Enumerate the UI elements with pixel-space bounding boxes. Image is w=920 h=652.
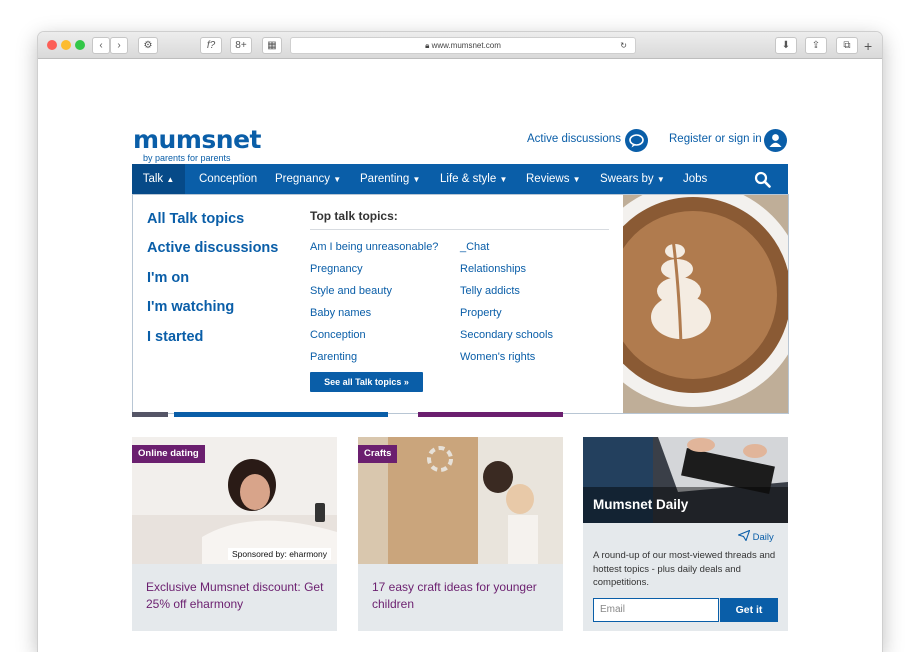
chevron-down-icon: ▼: [412, 175, 421, 184]
topic-link[interactable]: Telly addicts: [460, 285, 520, 297]
nav-reviews-label: Reviews: [526, 173, 570, 185]
page: mumsnet by parents for parents Active di…: [38, 59, 882, 652]
mumsnet-logo[interactable]: mumsnet by parents for parents: [133, 126, 261, 163]
online-dating-card[interactable]: Sponsored by: eharmony Online dating Exc…: [132, 437, 337, 631]
user-icon[interactable]: [764, 129, 787, 152]
register-link[interactable]: Register or sign in: [669, 133, 762, 145]
chevron-up-icon: ▲: [166, 175, 175, 184]
chevron-down-icon: ▼: [656, 175, 665, 184]
main-nav: Talk ▲ Conception Pregnancy ▼ Parenting …: [132, 164, 788, 194]
nav-swears-by[interactable]: Swears by ▼: [600, 164, 665, 194]
browser-window: ‹ › ⚙ f? 8+ ▦ 🔒︎ www.mumsnet.com ↻ ⬇ ⇪ ⧉…: [38, 32, 882, 652]
new-tab-button[interactable]: +: [864, 38, 872, 54]
nav-reviews[interactable]: Reviews ▼: [526, 164, 581, 194]
chevron-down-icon: ▼: [499, 175, 508, 184]
hero-strip: [132, 412, 168, 417]
settings-icon[interactable]: ⚙: [138, 37, 158, 54]
zoom-window-button[interactable]: [75, 40, 85, 50]
chevron-down-icon: ▼: [333, 175, 342, 184]
mumsnet-daily-card: Mumsnet Daily Daily A round-up of our mo…: [583, 437, 788, 631]
topic-link[interactable]: Parenting: [310, 351, 357, 363]
category-tag[interactable]: Online dating: [132, 445, 205, 463]
topic-link[interactable]: Relationships: [460, 263, 526, 275]
extension-icon[interactable]: 8+: [230, 37, 252, 54]
topic-link[interactable]: Style and beauty: [310, 285, 392, 297]
category-tag[interactable]: Crafts: [358, 445, 398, 463]
speech-bubble-icon[interactable]: [625, 129, 648, 152]
nav-talk[interactable]: Talk ▲: [132, 164, 185, 194]
reader-button[interactable]: f?: [200, 37, 222, 54]
topic-link[interactable]: Am I being unreasonable?: [310, 241, 438, 253]
active-discussions-link[interactable]: Active discussions: [527, 133, 621, 145]
download-icon[interactable]: ⬇: [775, 37, 797, 54]
nav-conception[interactable]: Conception: [199, 164, 257, 194]
back-button[interactable]: ‹: [92, 37, 110, 54]
talk-dropdown: All Talk topics Active discussions I'm o…: [132, 194, 789, 414]
crafts-card[interactable]: Crafts 17 easy craft ideas for younger c…: [358, 437, 563, 631]
search-icon[interactable]: [754, 171, 771, 188]
topic-link[interactable]: Baby names: [310, 307, 371, 319]
nav-talk-label: Talk: [142, 173, 164, 185]
close-window-button[interactable]: [47, 40, 57, 50]
nav-parenting-label: Parenting: [360, 173, 410, 185]
im-watching-link[interactable]: I'm watching: [147, 299, 234, 315]
nav-parenting[interactable]: Parenting ▼: [360, 164, 420, 194]
nav-pregnancy[interactable]: Pregnancy ▼: [275, 164, 341, 194]
nav-jobs[interactable]: Jobs: [683, 164, 707, 194]
hero-strip: [174, 412, 388, 417]
minimize-window-button[interactable]: [61, 40, 71, 50]
nav-life-style[interactable]: Life & style ▼: [440, 164, 507, 194]
divider: [310, 229, 609, 230]
topic-link[interactable]: Pregnancy: [310, 263, 363, 275]
nav-life-style-label: Life & style: [440, 173, 497, 185]
address-bar[interactable]: 🔒︎ www.mumsnet.com ↻: [290, 37, 636, 54]
card-title[interactable]: 17 easy craft ideas for younger children: [372, 579, 552, 613]
coffee-image: [623, 195, 788, 413]
topic-link[interactable]: Secondary schools: [460, 329, 553, 341]
browser-titlebar: ‹ › ⚙ f? 8+ ▦ 🔒︎ www.mumsnet.com ↻ ⬇ ⇪ ⧉…: [38, 32, 882, 59]
topic-link[interactable]: Conception: [310, 329, 366, 341]
topics-title: Top talk topics:: [310, 209, 398, 223]
laptop-image: Mumsnet Daily: [583, 437, 788, 523]
logo-wordmark: mumsnet: [133, 125, 261, 154]
share-icon[interactable]: ⇪: [805, 37, 827, 54]
topic-link[interactable]: Women's rights: [460, 351, 535, 363]
tabs-icon[interactable]: ⧉: [836, 37, 858, 54]
url-text: www.mumsnet.com: [431, 41, 501, 50]
paper-plane-icon: [736, 529, 753, 543]
reload-icon[interactable]: ↻: [620, 38, 627, 53]
topic-link[interactable]: _Chat: [460, 241, 489, 253]
all-talk-topics-link[interactable]: All Talk topics: [147, 211, 244, 227]
chevron-down-icon: ▼: [572, 175, 581, 184]
screenshot-icon[interactable]: ▦: [262, 37, 282, 54]
get-it-button[interactable]: Get it: [720, 598, 778, 622]
forward-button[interactable]: ›: [110, 37, 128, 54]
daily-tag-label: Daily: [752, 532, 774, 543]
hero-strip: [418, 412, 563, 417]
email-field[interactable]: Email: [593, 598, 719, 622]
logo-tagline: by parents for parents: [143, 153, 231, 163]
im-on-link[interactable]: I'm on: [147, 270, 189, 286]
nav-swears-by-label: Swears by: [600, 173, 654, 185]
sponsor-badge: Sponsored by: eharmony: [228, 548, 331, 560]
daily-description: A round-up of our most-viewed threads an…: [593, 550, 776, 588]
daily-title: Mumsnet Daily: [593, 497, 689, 512]
active-discussions-menu-link[interactable]: Active discussions: [147, 240, 278, 256]
nav-pregnancy-label: Pregnancy: [275, 173, 330, 185]
daily-tag: Daily: [736, 529, 774, 543]
card-title[interactable]: Exclusive Mumsnet discount: Get 25% off …: [146, 579, 326, 613]
topic-link[interactable]: Property: [460, 307, 502, 319]
i-started-link[interactable]: I started: [147, 329, 203, 345]
see-all-topics-button[interactable]: See all Talk topics »: [310, 372, 423, 392]
